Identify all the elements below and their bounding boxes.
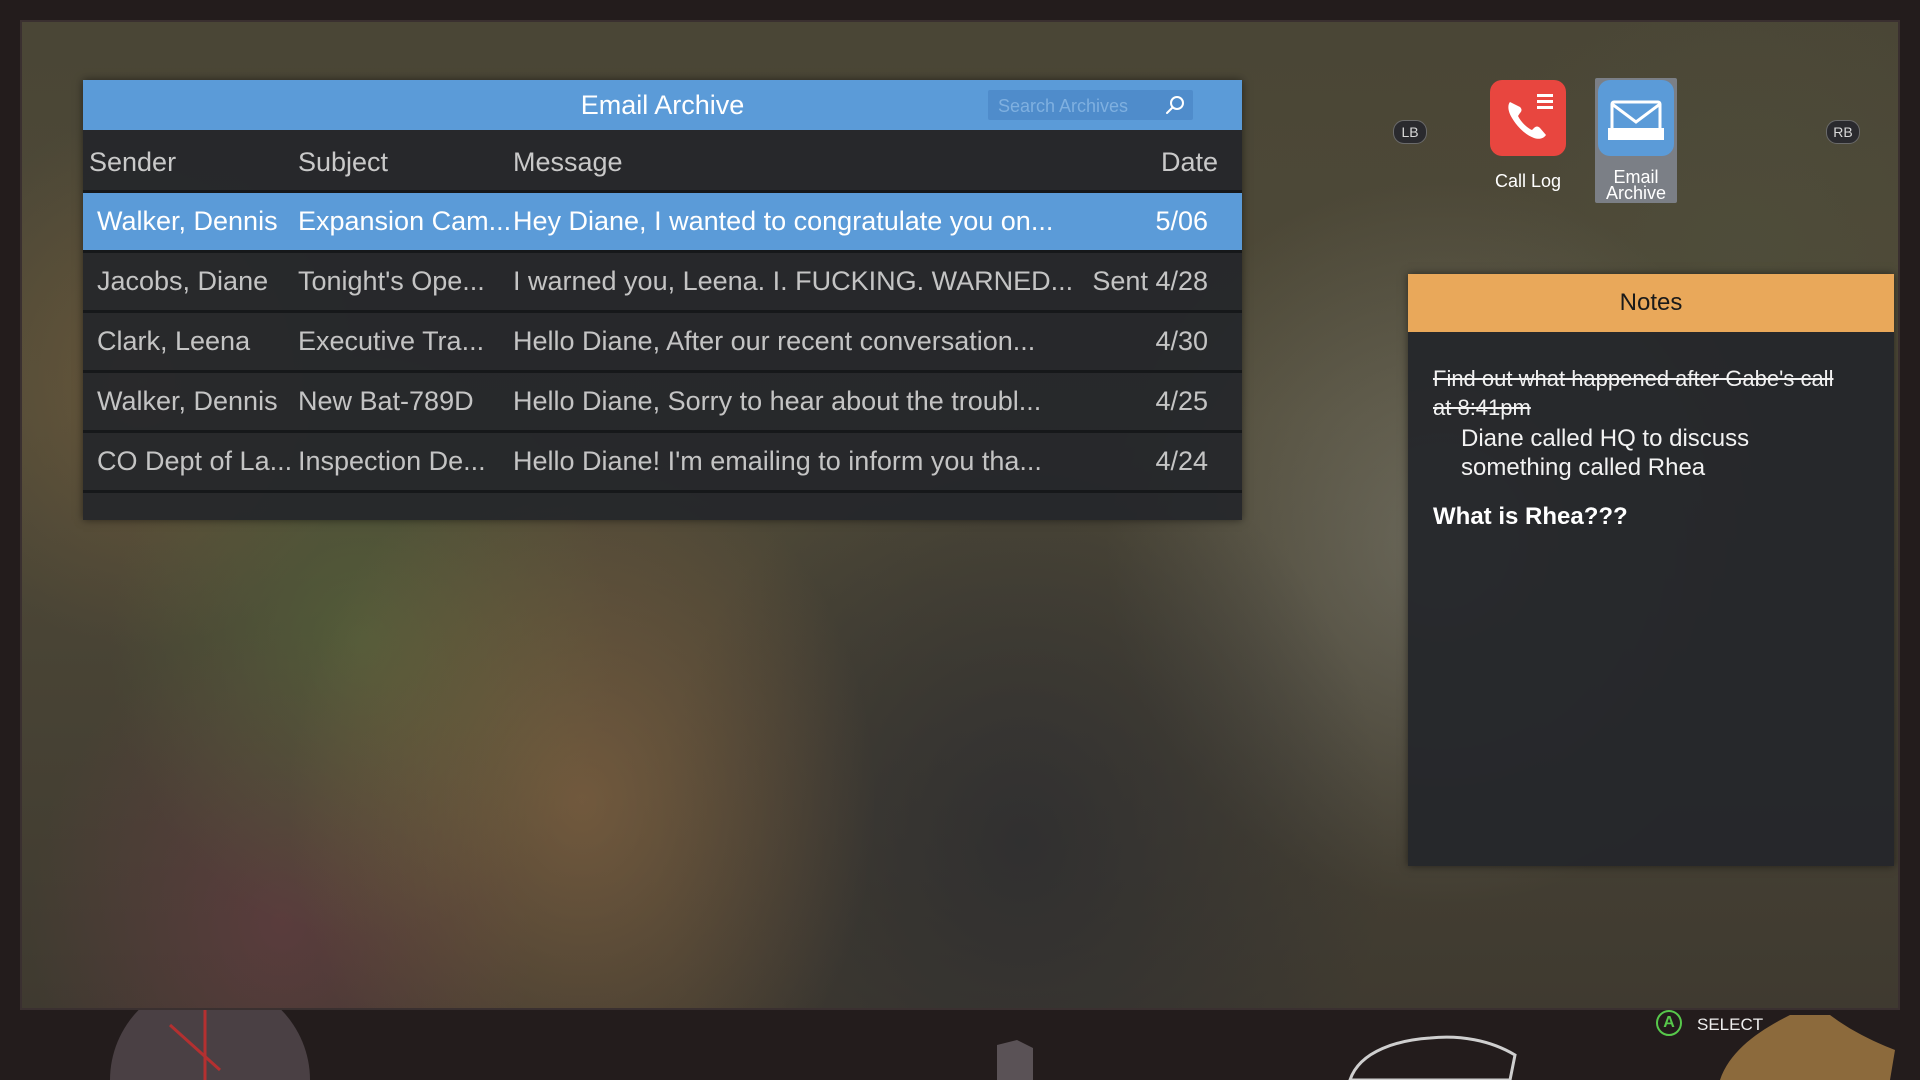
email-message: Hello Diane, After our recent conversati… (513, 326, 1036, 356)
column-header-date[interactable]: Date (1161, 134, 1218, 190)
note-sub-item: Diane called HQ to discuss something cal… (1461, 425, 1750, 481)
record-logo (110, 1010, 310, 1080)
email-archive-label-2: Archive (1605, 183, 1667, 203)
email-archive-panel: Email Archive Sender Subject Message Dat… (83, 80, 1242, 520)
email-sender: Walker, Dennis (97, 386, 278, 416)
email-row[interactable]: Jacobs, Diane Tonight's Ope... I warned … (83, 253, 1242, 313)
email-subject: New Bat-789D (298, 386, 474, 416)
game-screen: Email Archive Sender Subject Message Dat… (20, 20, 1900, 1010)
phone-icon (1490, 80, 1566, 156)
column-header-sender[interactable]: Sender (89, 134, 176, 190)
email-message: Hello Diane, Sorry to hear about the tro… (513, 386, 1042, 416)
note-completed: Find out what happened after Gabe's call… (1433, 366, 1834, 420)
call-log-app[interactable]: Call Log (1482, 78, 1574, 196)
note-question: What is Rhea??? (1433, 503, 1628, 530)
email-archive-header: Email Archive (83, 80, 1242, 130)
call-log-label: Call Log (1494, 171, 1562, 191)
hex-logo (997, 1040, 1033, 1080)
email-message: Hey Diane, I wanted to congratulate you … (513, 206, 1054, 236)
lb-button[interactable]: LB (1393, 120, 1427, 144)
email-message: Hello Diane! I'm emailing to inform you … (513, 446, 1042, 476)
email-row[interactable]: Clark, Leena Executive Tra... Hello Dian… (83, 313, 1242, 373)
email-date: Sent 4/28 (1092, 266, 1208, 296)
column-headers: Sender Subject Message Date (83, 134, 1242, 193)
email-subject: Tonight's Ope... (298, 266, 485, 296)
email-date: 4/30 (1155, 326, 1208, 356)
email-row[interactable]: Walker, Dennis New Bat-789D Hello Diane,… (83, 373, 1242, 433)
email-date: 4/25 (1155, 386, 1208, 416)
character-silhouette (1348, 1035, 1517, 1080)
a-button-icon: A (1656, 1010, 1682, 1036)
email-row[interactable]: Walker, Dennis Expansion Cam... Hey Dian… (83, 193, 1242, 253)
email-subject: Expansion Cam... (298, 206, 512, 236)
envelope-icon (1598, 80, 1674, 156)
email-archive-app[interactable]: Email Archive (1595, 78, 1677, 203)
email-date: 4/24 (1155, 446, 1208, 476)
column-header-subject[interactable]: Subject (298, 134, 388, 190)
search-box[interactable] (988, 90, 1193, 122)
column-header-message[interactable]: Message (513, 134, 623, 190)
email-sender: CO Dept of La... (97, 446, 293, 476)
select-label: SELECT (1697, 1015, 1764, 1034)
notes-panel: Notes Find out what happened after Gabe'… (1408, 274, 1894, 866)
email-sender: Walker, Dennis (97, 206, 278, 236)
search-input[interactable] (996, 90, 1160, 122)
rb-button[interactable]: RB (1826, 120, 1860, 144)
email-message: I warned you, Leena. I. FUCKING. WARNED.… (513, 266, 1074, 296)
email-date: 5/06 (1155, 206, 1208, 236)
email-sender: Jacobs, Diane (97, 266, 269, 296)
notes-title: Notes (1408, 274, 1894, 332)
bottom-bar: A SELECT (0, 1010, 1920, 1080)
email-row[interactable]: CO Dept of La... Inspection De... Hello … (83, 433, 1242, 493)
search-icon[interactable] (1164, 94, 1186, 116)
email-sender: Clark, Leena (97, 326, 251, 356)
email-subject: Executive Tra... (298, 326, 485, 356)
email-subject: Inspection De... (298, 446, 486, 476)
